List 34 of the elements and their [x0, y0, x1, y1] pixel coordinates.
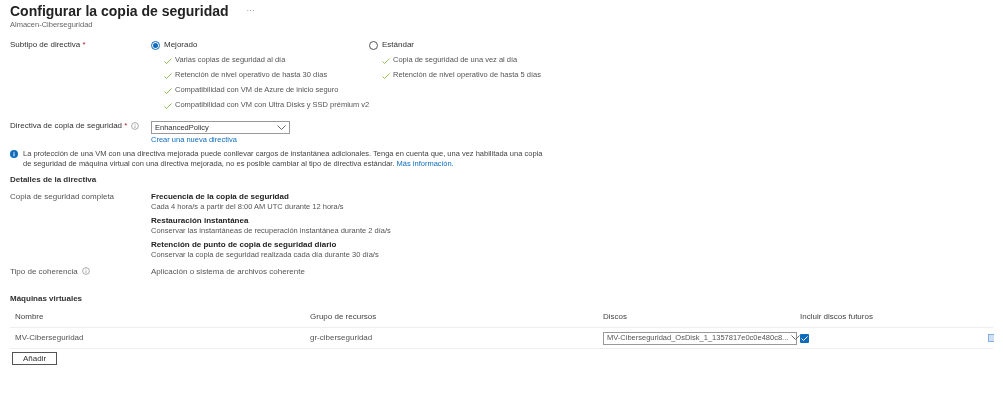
chevron-icon	[277, 124, 286, 131]
info-icon	[10, 150, 18, 158]
check-icon	[164, 73, 172, 79]
detail-heading: Retención de punto de copia de seguridad diario	[151, 240, 338, 250]
column-header: Nombre	[15, 312, 45, 322]
field-label: Directiva de copia de seguridad *	[10, 121, 128, 131]
checkbox[interactable]	[800, 333, 809, 343]
detail-heading: Frecuencia de la copia de seguridad	[151, 192, 290, 202]
column-header: Discos	[603, 312, 628, 322]
field-value: Aplicación o sistema de archivos coherente	[151, 267, 305, 277]
field-label: Tipo de coherencia	[10, 267, 78, 277]
info-icon	[131, 122, 140, 130]
add-button[interactable]: Añadir	[12, 352, 57, 365]
check-icon	[164, 88, 172, 94]
page-title: Configurar la copia de seguridad	[10, 2, 229, 20]
check-icon	[164, 103, 172, 109]
section-heading: Máquinas virtuales	[10, 294, 84, 304]
tile-icon[interactable]	[988, 334, 994, 342]
radio-label: Mejorado	[164, 40, 198, 50]
column-header: Incluir discos futuros	[800, 312, 874, 322]
detail-heading: Restauración instantánea	[151, 216, 250, 226]
field-label: Subtipo de directiva *	[10, 40, 87, 51]
check-icon	[382, 58, 390, 64]
field-label: Copia de seguridad completa	[10, 192, 115, 202]
info-icon	[81, 267, 90, 275]
column-header: Grupo de recursos	[310, 312, 378, 322]
check-icon	[382, 73, 390, 79]
radio-label: Estándar	[382, 40, 415, 50]
table-cell-text: gr-ciberseguridad	[310, 333, 374, 343]
table-cell-text: MV-Ciberseguridad	[15, 333, 85, 343]
chevron-icon	[791, 335, 801, 341]
section-heading: Detalles de la directiva	[10, 175, 98, 185]
check-icon	[164, 58, 172, 64]
more-button[interactable]: ···	[246, 6, 255, 16]
